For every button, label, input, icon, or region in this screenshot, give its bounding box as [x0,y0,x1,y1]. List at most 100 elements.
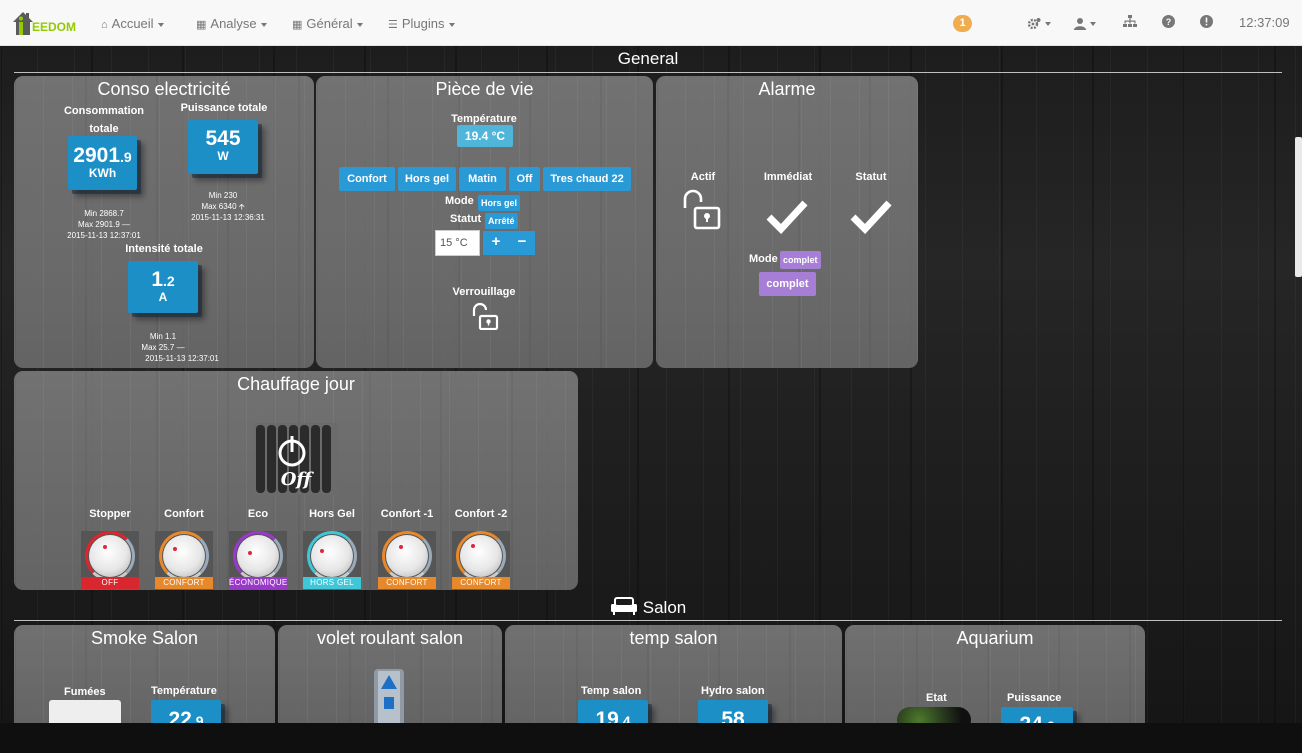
intensite-totale-tile[interactable]: 1.2 A [128,261,198,313]
etat-label: Etat [926,692,947,704]
mode-knob[interactable]: OFF [81,531,139,590]
mode-hors-gel-button[interactable]: Hors gel [398,167,456,191]
jeedom-logo[interactable]: EEDOM [12,8,78,38]
menu-analyse[interactable]: ▦ Analyse [196,15,267,33]
unlock-icon[interactable] [682,188,724,230]
mode-knob[interactable]: ÉCONOMIQUE [229,531,287,590]
clock: 12:37:09 [1239,15,1290,30]
knob-indicator [320,549,324,553]
menu-plugins[interactable]: ☰ Plugins [388,15,455,33]
top-navbar: EEDOM ⌂ Accueil ▦ Analyse ▦ Général ☰ Plugin… [0,0,1302,46]
knob-disc [460,535,502,577]
puissance-value: 545 [205,127,241,150]
mode-label: Mode [445,195,474,207]
knob-indicator [103,545,107,549]
setpoint-plus-button[interactable]: + [483,231,509,255]
puissance-totale-tile[interactable]: 545 W [188,120,258,174]
sitemap-icon [1123,15,1137,27]
check-icon[interactable] [850,198,892,234]
mode-matin-button[interactable]: Matin [459,167,506,191]
notification-badge[interactable]: 1 [953,15,972,32]
section-title-salon: Salon [14,597,1282,618]
conso-max-text: Max 2901.9 [77,220,120,229]
menu-general-label: Général [306,16,353,31]
user-menu[interactable] [1074,15,1096,33]
mode-knob[interactable]: CONFORT [155,531,213,590]
conso-totale-label: Consommation totale [63,105,145,135]
alarme-complet-button[interactable]: complet [759,272,816,296]
conso-unit: KWh [88,166,117,180]
fumees-label: Fumées [64,686,106,698]
info-button[interactable] [1200,15,1213,33]
smoke-temperature-label: Température [151,685,217,697]
temp-salon-label: Temp salon [581,685,642,697]
knob-indicator [248,551,252,555]
widget-piece-de-vie: Pièce de vie Température 19.4 °C Confort… [316,76,653,368]
knob-state-label: ÉCONOMIQUE [229,577,288,589]
intensite-value: 1 [151,268,163,291]
mode-knob[interactable]: CONFORT [378,531,436,590]
conso-date: 2015-11-13 12:37:01 [67,231,141,240]
setpoint-input[interactable]: 15 °C [435,230,480,256]
widget-title: Conso electricité [97,79,231,99]
knob-label: Confort -2 [454,508,508,520]
conso-max: Max 2901.9 — [54,219,154,230]
gears-icon [1027,17,1041,29]
setpoint-minus-button[interactable]: − [509,231,535,255]
unlock-icon[interactable] [470,302,500,330]
menu-general[interactable]: ▦ Général [292,15,363,33]
menu-accueil[interactable]: ⌂ Accueil [101,15,164,33]
menu-plugins-label: Plugins [401,16,445,31]
knob-indicator [471,544,475,548]
widget-volet-roulant-salon: volet roulant salon [278,625,502,735]
check-icon[interactable] [766,198,808,234]
knob-label: Stopper [89,508,131,520]
knob-label: Hors Gel [309,508,355,520]
knob-state-label: CONFORT [378,577,436,589]
intensite-max: Max 25.7 — [113,342,213,353]
statut-value-tag: Arrêté [485,213,518,229]
knob-state-label: HORS GEL [303,577,361,589]
mode-confort-button[interactable]: Confort [339,167,395,191]
shutter-icon[interactable] [372,669,406,729]
puissance-min: Min 230 [208,191,238,200]
tasks-icon: ☰ [388,19,398,31]
verrouillage-label: Verrouillage [452,286,516,298]
alarme-mode-tag: complet [780,251,821,269]
mode-value-tag: Hors gel [478,195,521,211]
section-divider [14,620,1282,621]
caret-down-icon [448,22,455,27]
widget-title: volet roulant salon [316,628,464,648]
puissance-date: 2015-11-13 12:36:31 [191,213,265,222]
knob-disc [89,535,131,577]
section-title-salon-text: Salon [642,598,687,617]
settings-menu[interactable] [1027,15,1051,33]
network-button[interactable] [1123,15,1137,33]
widget-temp-salon: temp salon Temp salon 19.4 Hydro salon 5… [505,625,842,735]
bar-chart-icon: ▦ [196,19,207,31]
conso-min: Min 2868.7 [84,209,124,218]
widget-aquarium: Aquarium Etat Puissance 24.6 [845,625,1145,735]
puissance-unit: W [217,149,229,163]
widget-alarme: Alarme Actif Immédiat Statut Mode comple… [656,76,918,368]
caret-down-icon [1090,21,1096,26]
help-button[interactable]: ? [1162,15,1175,33]
aquarium-puissance-label: Puissance [1007,692,1062,704]
widget-title: Smoke Salon [90,628,199,648]
caret-down-icon [1045,21,1051,26]
scrollbar-thumb[interactable] [1295,137,1302,277]
mode-off-button[interactable]: Off [509,167,540,191]
caret-down-icon [356,22,363,27]
hydro-salon-label: Hydro salon [701,685,765,697]
bottom-bar [0,723,1302,753]
mode-knob[interactable]: CONFORT [452,531,510,590]
conso-totale-tile[interactable]: 2901.9 KWh [68,136,137,190]
mode-tres-chaud-button[interactable]: Tres chaud 22 [543,167,631,191]
knob-label: Confort [164,508,204,520]
statut-label: Statut [450,213,482,225]
mode-knob[interactable]: HORS GEL [303,531,361,590]
puissance-max: Max 6340 🡩 [173,201,273,212]
knob-disc [311,535,353,577]
immediat-label: Immédiat [763,171,813,183]
svg-text:?: ? [1166,17,1172,27]
